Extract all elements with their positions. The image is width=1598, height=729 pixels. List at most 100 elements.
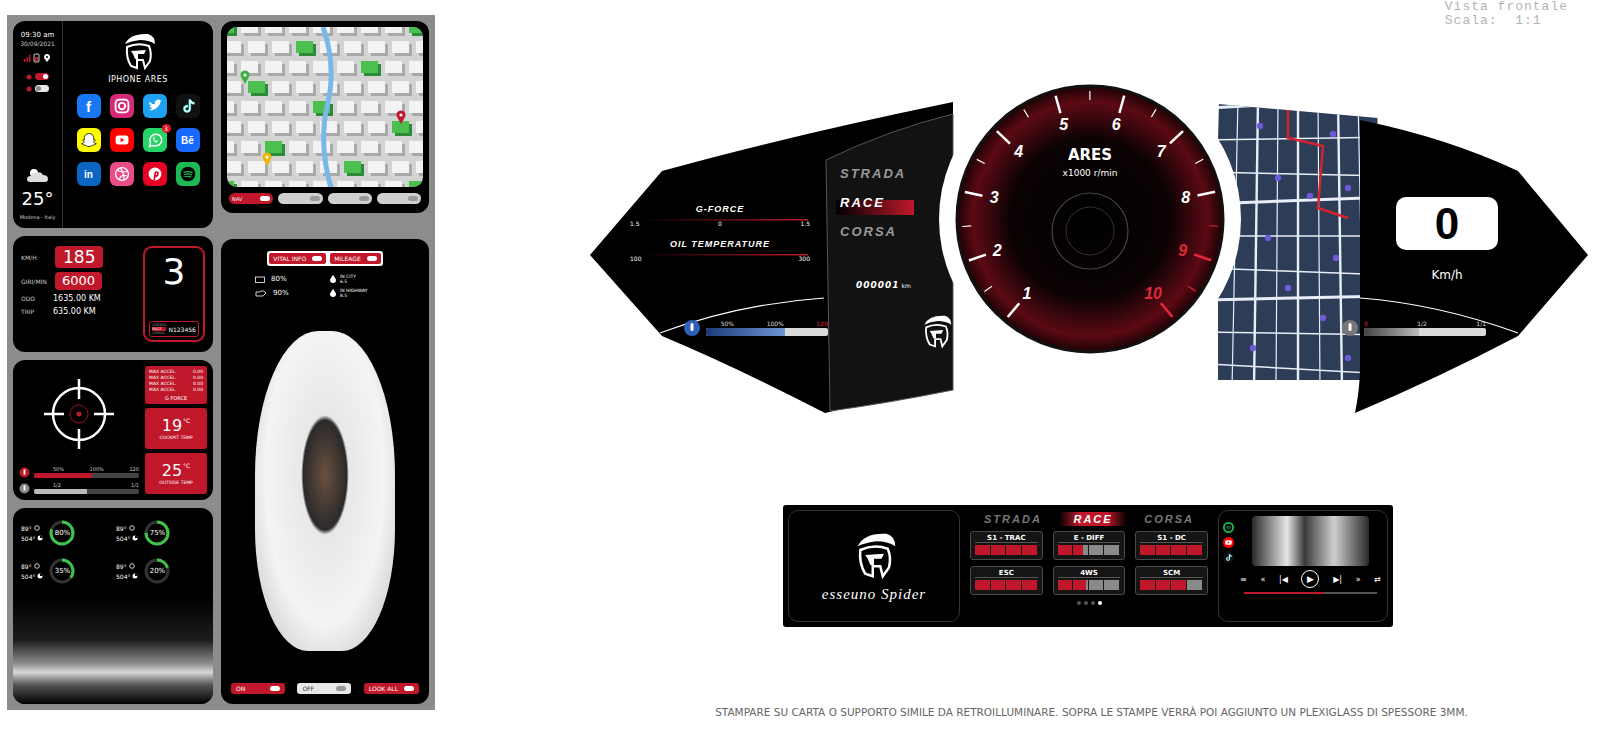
player-button[interactable]: |◀ <box>1279 575 1288 584</box>
media-source[interactable] <box>1223 522 1234 533</box>
scale-tick: 1.5 <box>630 220 640 227</box>
map-button[interactable]: NAV <box>229 193 273 204</box>
highway-stat: IN HIGHWAY8.5 <box>330 288 395 298</box>
player-button[interactable]: ▶ <box>1301 570 1319 588</box>
control-tile[interactable]: S1 - DC <box>1135 531 1208 560</box>
media-sources <box>1223 516 1234 616</box>
media-player: ≡ « |◀ ▶ ▶| » ⇄ <box>1218 510 1388 622</box>
shape <box>361 27 378 33</box>
g-row-label: MAX ACCEL. <box>149 387 177 392</box>
g-row-label: MAX ACCEL. <box>149 369 177 374</box>
map-pin-icon <box>1275 175 1281 181</box>
control-tile[interactable]: 4WS <box>1053 566 1126 595</box>
shape <box>272 41 289 53</box>
car-side-photo <box>13 598 213 704</box>
control-tile[interactable]: E - DIFF <box>1053 531 1126 560</box>
vital-button[interactable]: LOOK ALL <box>364 683 419 694</box>
gauge-tick <box>965 192 983 196</box>
rpm-number: 7 <box>1157 143 1166 161</box>
vital-tab[interactable]: VITAL INFO <box>269 253 326 264</box>
bar-tick: 100% <box>767 320 784 327</box>
drive-mode[interactable]: STRADA <box>838 166 908 181</box>
bar-tick: 1/1 <box>1476 320 1486 327</box>
app-icon[interactable] <box>143 94 167 118</box>
gauge-bar: 50%100%120 <box>19 466 139 478</box>
shape <box>148 100 162 111</box>
ring-icon <box>34 563 40 569</box>
player-button[interactable]: ≡ <box>1240 575 1247 584</box>
toggle-switch[interactable] <box>35 73 49 80</box>
app-icon[interactable]: Bē <box>176 128 200 152</box>
button-knob <box>260 196 270 201</box>
console-mode[interactable]: RACE <box>1059 512 1126 526</box>
player-button[interactable]: « <box>1260 575 1265 584</box>
tire-ring: 35% <box>47 556 77 586</box>
map-pin-icon <box>1265 235 1271 241</box>
console-mode[interactable]: CORSA <box>1130 512 1208 526</box>
app-icon[interactable] <box>176 94 200 118</box>
vital-button[interactable]: ON <box>231 683 285 694</box>
drive-mode[interactable]: RACE <box>838 195 908 210</box>
shape <box>865 553 884 564</box>
map-button[interactable] <box>278 193 322 204</box>
map-buttons: NAV <box>221 187 429 210</box>
progress-track[interactable] <box>1244 592 1377 594</box>
vital-stats: 80%IN CITY6.590%IN HIGHWAY8.5 <box>231 274 419 298</box>
drive-mode[interactable]: CORSA <box>838 224 908 239</box>
vital-tab-label: MILEAGE <box>334 255 361 262</box>
app-icon[interactable] <box>110 94 134 118</box>
media-source[interactable] <box>1223 537 1234 548</box>
shape <box>1208 98 1388 108</box>
map-frame <box>227 27 423 187</box>
tire-temp: 89° <box>21 525 32 532</box>
bar-block: 01/21/1 <box>1364 320 1486 336</box>
map-pin-icon <box>1330 131 1336 137</box>
page-dot[interactable] <box>1091 601 1095 605</box>
map-button[interactable] <box>328 193 372 204</box>
app-icon[interactable]: f <box>77 94 101 118</box>
shape <box>227 121 241 133</box>
app-icon[interactable]: 3 <box>143 128 167 152</box>
shape <box>361 141 378 153</box>
app-icon[interactable] <box>110 128 134 152</box>
segment-dividers <box>975 580 1038 590</box>
page-dot[interactable] <box>1098 601 1102 605</box>
app-icon[interactable] <box>110 162 134 186</box>
bar-fill <box>1364 328 1419 336</box>
control-label: 4WS <box>1058 569 1121 578</box>
segment-dividers <box>1140 545 1203 555</box>
player-button[interactable]: ⇄ <box>1374 575 1381 584</box>
page-dot[interactable] <box>1077 601 1081 605</box>
shape <box>296 161 313 173</box>
page-dot[interactable] <box>1084 601 1088 605</box>
vital-button[interactable]: OFF <box>297 683 351 694</box>
toggle-switch[interactable] <box>35 85 49 92</box>
control-tile[interactable]: SCM <box>1135 566 1208 595</box>
pie-icon <box>37 535 43 541</box>
shape <box>272 81 289 93</box>
control-tile[interactable]: S1 - TRAC <box>970 531 1043 560</box>
console-mode[interactable]: STRADA <box>970 512 1056 526</box>
gauge-tick <box>1170 131 1183 143</box>
media-source[interactable] <box>1223 552 1234 563</box>
shape <box>337 101 354 113</box>
temp-unit: °C <box>183 462 190 469</box>
page: 09:30 am30/09/202125°Modena - ItalyIPHON… <box>0 0 1598 729</box>
shape <box>272 121 289 133</box>
shape <box>361 101 378 113</box>
rpm-number: 3 <box>990 189 999 207</box>
app-icon[interactable] <box>176 162 200 186</box>
shape <box>265 155 268 158</box>
scale-ticks: 1.501.5 <box>630 220 810 227</box>
vital-tab[interactable]: MILEAGE <box>330 253 381 264</box>
player-button[interactable]: ▶| <box>1333 575 1342 584</box>
shape <box>409 141 423 153</box>
temp-value: 25 <box>162 462 182 480</box>
map-button[interactable] <box>377 193 421 204</box>
app-icon[interactable] <box>143 162 167 186</box>
app-icon[interactable]: in <box>77 162 101 186</box>
player-button[interactable]: » <box>1356 575 1361 584</box>
app-icon[interactable] <box>77 128 101 152</box>
control-tile[interactable]: ESC <box>970 566 1043 595</box>
helmet-logo-icon <box>849 530 899 580</box>
